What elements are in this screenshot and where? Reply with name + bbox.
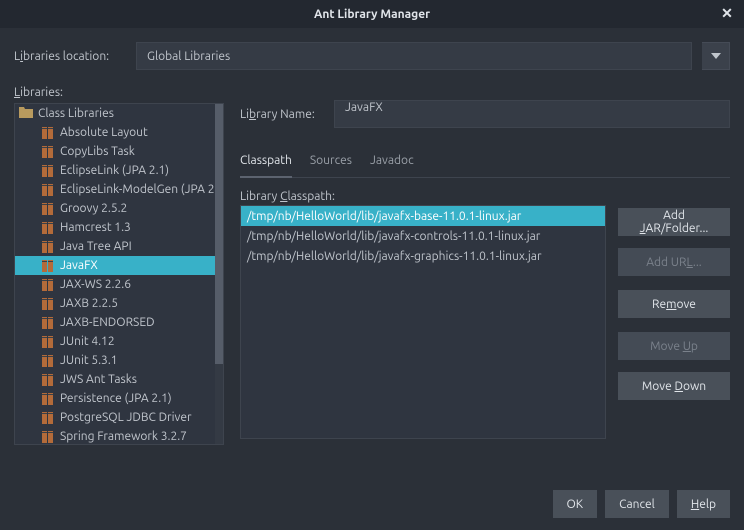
tree-item-label: EclipseLink (JPA 2.1) — [60, 164, 169, 177]
add-jar-button[interactable]: Add JAR/Folder... — [618, 208, 730, 236]
library-name-input[interactable]: JavaFX — [334, 100, 730, 128]
classpath-item[interactable]: /tmp/nb/HelloWorld/lib/javafx-base-11.0.… — [241, 206, 605, 226]
location-combobox[interactable]: Global Libraries — [136, 42, 692, 70]
library-icon — [41, 431, 55, 443]
tree-item-label: Persistence (JPA 2.1) — [60, 392, 172, 405]
classpath-item[interactable]: /tmp/nb/HelloWorld/lib/javafx-controls-1… — [241, 226, 605, 246]
tabs: Classpath Sources Javadoc — [240, 142, 730, 178]
tree-item-label: JWS Ant Tasks — [60, 373, 137, 386]
tree-item-label: Hamcrest 1.3 — [60, 221, 131, 234]
classpath-list[interactable]: /tmp/nb/HelloWorld/lib/javafx-base-11.0.… — [240, 205, 606, 439]
tab-sources[interactable]: Sources — [310, 150, 352, 177]
libraries-label: Libraries: — [14, 86, 224, 99]
close-icon[interactable]: ✕ — [718, 4, 736, 22]
dialog-button-bar: OK Cancel Help — [553, 490, 731, 518]
library-icon — [41, 203, 55, 215]
chevron-down-icon — [711, 53, 721, 59]
tree-item[interactable]: Hamcrest 1.3 — [15, 218, 215, 237]
location-row: Libraries location: Global Libraries — [14, 42, 730, 70]
cancel-button[interactable]: Cancel — [605, 490, 669, 518]
library-icon — [41, 241, 55, 253]
tree-item-label: JAXB-ENDORSED — [60, 316, 155, 329]
folder-icon — [19, 106, 33, 121]
tree-item-label: Groovy 2.5.2 — [60, 202, 127, 215]
ok-button[interactable]: OK — [553, 490, 598, 518]
tree-item-label: JAX-WS 2.2.6 — [60, 278, 131, 291]
location-dropdown-button[interactable] — [702, 42, 730, 70]
tree-root-label: Class Libraries — [38, 107, 114, 120]
library-icon — [41, 260, 55, 272]
library-icon — [41, 412, 55, 424]
tree-item[interactable]: JWS Ant Tasks — [15, 370, 215, 389]
library-icon — [41, 127, 55, 139]
library-icon — [41, 222, 55, 234]
tree-item[interactable]: Spring Framework 3.2.7 — [15, 427, 215, 444]
tree-item[interactable]: Java Tree API — [15, 237, 215, 256]
tree-item[interactable]: Absolute Layout — [15, 123, 215, 142]
tree-item[interactable]: EclipseLink (JPA 2.1) — [15, 161, 215, 180]
library-icon — [41, 165, 55, 177]
tree-item-label: JUnit 5.3.1 — [60, 354, 118, 367]
library-name-label: Library Name: — [240, 108, 322, 121]
add-url-button[interactable]: Add URL... — [618, 248, 730, 276]
libraries-scrollbar[interactable] — [215, 104, 223, 444]
tree-item-label: CopyLibs Task — [60, 145, 135, 158]
library-icon — [41, 393, 55, 405]
tab-classpath[interactable]: Classpath — [240, 150, 292, 177]
tree-item[interactable]: EclipseLink-ModelGen (JPA 2.1) — [15, 180, 215, 199]
tree-item[interactable]: JAXB 2.2.5 — [15, 294, 215, 313]
library-icon — [41, 317, 55, 329]
tree-item[interactable]: PostgreSQL JDBC Driver — [15, 408, 215, 427]
tree-item-label: Spring Framework 3.2.7 — [60, 430, 187, 443]
title-bar: Ant Library Manager ✕ — [0, 0, 744, 28]
tree-item-label: PostgreSQL JDBC Driver — [60, 411, 192, 424]
location-value: Global Libraries — [147, 50, 230, 63]
tree-item[interactable]: JAXB-ENDORSED — [15, 313, 215, 332]
library-icon — [41, 355, 55, 367]
library-name-value: JavaFX — [345, 101, 383, 114]
tree-item-label: EclipseLink-ModelGen (JPA 2.1) — [60, 183, 215, 196]
tree-item-label: Java Tree API — [60, 240, 132, 253]
tree-item[interactable]: Groovy 2.5.2 — [15, 199, 215, 218]
tree-item-label: Absolute Layout — [60, 126, 148, 139]
library-icon — [41, 374, 55, 386]
tree-item-label: JUnit 4.12 — [60, 335, 115, 348]
window-title: Ant Library Manager — [314, 8, 430, 21]
library-icon — [41, 298, 55, 310]
tree-item-label: JAXB 2.2.5 — [60, 297, 118, 310]
tree-item[interactable]: Persistence (JPA 2.1) — [15, 389, 215, 408]
classpath-label: Library Classpath: — [240, 190, 606, 203]
tree-item[interactable]: JUnit 4.12 — [15, 332, 215, 351]
tree-item[interactable]: JavaFX — [15, 256, 215, 275]
remove-button[interactable]: Remove — [618, 290, 730, 318]
library-icon — [41, 336, 55, 348]
tree-item[interactable]: JAX-WS 2.2.6 — [15, 275, 215, 294]
classpath-item[interactable]: /tmp/nb/HelloWorld/lib/javafx-graphics-1… — [241, 246, 605, 266]
library-icon — [41, 184, 55, 196]
tab-javadoc[interactable]: Javadoc — [370, 150, 414, 177]
move-down-button[interactable]: Move Down — [618, 372, 730, 400]
move-up-button[interactable]: Move Up — [618, 332, 730, 360]
library-icon — [41, 146, 55, 158]
tree-item-label: JavaFX — [60, 259, 98, 272]
libraries-tree[interactable]: Class Libraries Absolute Layout CopyLibs T… — [14, 103, 224, 445]
scrollbar-thumb[interactable] — [215, 104, 223, 364]
library-icon — [41, 279, 55, 291]
tree-root[interactable]: Class Libraries — [15, 104, 215, 123]
location-label: Libraries location: — [14, 50, 126, 63]
close-glyph: ✕ — [721, 5, 733, 22]
help-button[interactable]: Help — [677, 490, 730, 518]
tree-item[interactable]: CopyLibs Task — [15, 142, 215, 161]
tree-item[interactable]: JUnit 5.3.1 — [15, 351, 215, 370]
